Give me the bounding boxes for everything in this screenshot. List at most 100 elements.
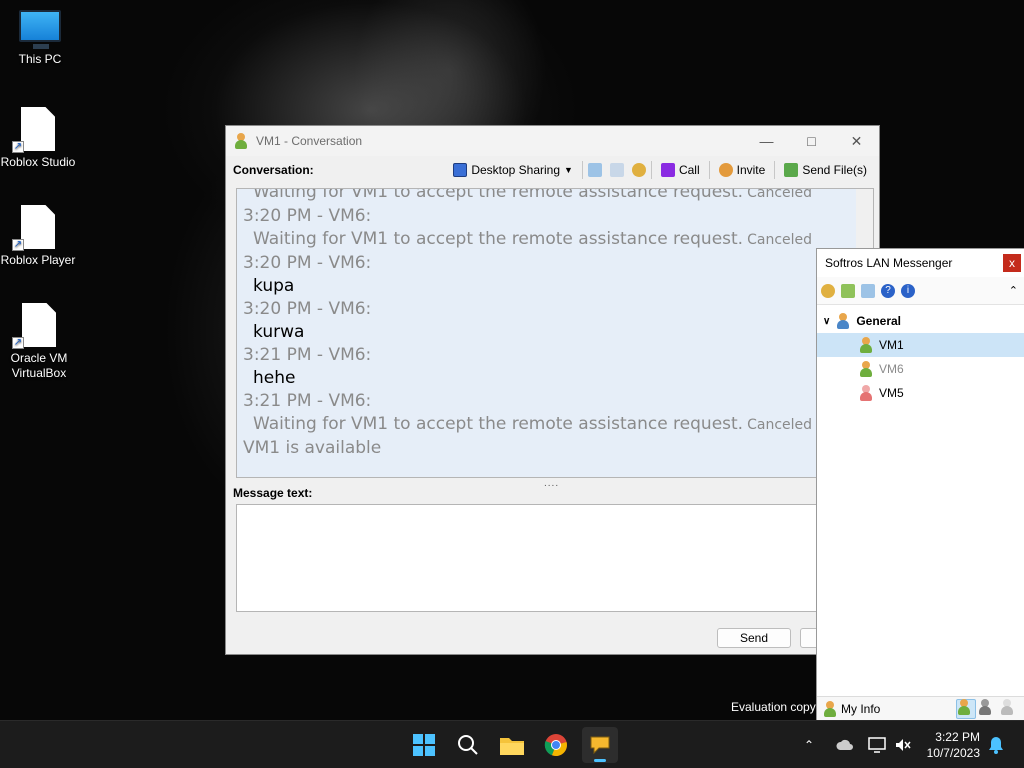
user-away-icon	[859, 361, 873, 377]
add-users-icon	[718, 163, 733, 177]
desktop-icon-label: This PC	[18, 52, 62, 66]
conversation-window: VM1 - Conversation — □ ✕ Conversation: D…	[225, 125, 880, 655]
desktop-sharing-icon	[453, 163, 468, 177]
chevron-down-icon: ▼	[564, 165, 573, 175]
display-tray[interactable]	[868, 721, 886, 768]
info-document-icon[interactable]	[609, 163, 624, 177]
canceled-tag[interactable]: Canceled	[747, 417, 812, 433]
desktop-icon-label: Oracle VM VirtualBox	[10, 351, 68, 380]
send-file-icon	[784, 163, 799, 177]
message-text: hehe	[253, 368, 296, 388]
send-button[interactable]: Send	[717, 628, 791, 648]
status-offline-button[interactable]	[1000, 698, 1020, 719]
minimize-button[interactable]: —	[744, 126, 789, 156]
desktop-icon-roblox-studio[interactable]: ↗ Roblox Studio	[0, 107, 78, 170]
file-icon	[21, 107, 55, 151]
chevron-down-icon: ∨	[823, 315, 831, 327]
contact-vm6[interactable]: VM6	[817, 357, 1024, 381]
status-line: VM1 is available	[243, 438, 382, 458]
desktop-icon-roblox-player[interactable]: ↗ Roblox Player	[0, 205, 78, 268]
desktop-sharing-button[interactable]: Desktop Sharing ▼	[449, 161, 577, 179]
close-button[interactable]: ✕	[834, 126, 879, 156]
title-bar[interactable]: VM1 - Conversation — □ ✕	[226, 126, 879, 156]
file-icon	[21, 205, 55, 249]
clock[interactable]: 3:22 PM 10/7/2023	[927, 729, 980, 761]
conversation-history[interactable]: Waiting for VM1 to accept the remote ass…	[236, 188, 874, 478]
user-online-icon	[859, 337, 873, 353]
send-files-button[interactable]: Send File(s)	[780, 161, 871, 179]
softros-title-bar[interactable]: Softros LAN Messenger x	[817, 249, 1024, 277]
monitor-icon	[19, 10, 61, 49]
message-text: Waiting for VM1 to accept the remote ass…	[253, 414, 813, 434]
collapse-icon[interactable]: ⌃	[1009, 284, 1018, 297]
help-icon[interactable]: ?	[881, 283, 895, 298]
conversation-label: Conversation:	[233, 163, 314, 177]
desktop-icon-virtualbox[interactable]: ↗ Oracle VM VirtualBox	[0, 303, 80, 381]
phone-icon	[660, 163, 675, 177]
contact-tree: ∨ General VM1 VM6 VM5	[817, 305, 1024, 405]
message-header: 3:21 PM - VM6:	[243, 391, 372, 411]
file-icon	[22, 303, 56, 347]
message-text: kurwa	[253, 322, 305, 342]
contact-name: VM1	[879, 338, 904, 352]
folder-icon[interactable]	[841, 283, 855, 298]
invite-button[interactable]: Invite	[715, 161, 770, 179]
conversation-toolbar: Conversation: Desktop Sharing ▼ Call Inv…	[226, 156, 879, 184]
contact-vm1[interactable]: VM1	[817, 333, 1024, 357]
clock-date: 10/7/2023	[926, 746, 980, 760]
chat-bubble-icon	[590, 736, 610, 755]
message-text-partial: Waiting for VM1 to accept the remote ass…	[253, 188, 813, 202]
close-icon[interactable]: x	[1003, 254, 1021, 272]
message-text: Waiting for VM1 to accept the remote ass…	[253, 229, 813, 249]
history-scroll: Waiting for VM1 to accept the remote ass…	[243, 188, 853, 460]
clock-time: 3:22 PM	[935, 730, 980, 744]
message: 3:20 PM - VM6: kupa	[243, 252, 853, 298]
softros-title: Softros LAN Messenger	[825, 256, 953, 270]
info-icon[interactable]: i	[901, 283, 915, 298]
status-online-button[interactable]	[956, 698, 976, 719]
message-header: 3:20 PM - VM6:	[243, 299, 372, 319]
maximize-button[interactable]: □	[789, 126, 834, 156]
invite-label: Invite	[736, 163, 766, 177]
settings-icon[interactable]	[821, 283, 835, 298]
canceled-tag[interactable]: Canceled	[747, 232, 812, 248]
softros-toolbar: ? i ⌃	[817, 277, 1024, 305]
bell-icon	[989, 737, 1003, 754]
message-header: 3:20 PM - VM6:	[243, 206, 372, 226]
tray-overflow-button[interactable]: ⌃	[804, 721, 814, 768]
desktop-icon-this-pc[interactable]: This PC	[0, 10, 80, 67]
search-icon	[458, 735, 478, 755]
volume-tray[interactable]	[894, 721, 912, 768]
speaker-muted-icon	[896, 739, 911, 751]
desktop-sharing-label: Desktop Sharing	[471, 163, 561, 177]
onedrive-tray[interactable]	[836, 721, 854, 768]
message-input[interactable]	[236, 504, 874, 612]
my-info-icon	[823, 700, 837, 717]
taskbar: ⌃ 3:22 PM 10/7/2023	[0, 720, 1024, 768]
contact-name: VM6	[879, 362, 904, 376]
history-icon[interactable]	[587, 163, 602, 177]
my-info-button[interactable]: My Info	[841, 702, 880, 716]
start-button[interactable]	[406, 727, 442, 763]
group-general[interactable]: ∨ General	[817, 309, 1024, 333]
message-header: 3:21 PM - VM6:	[243, 345, 372, 365]
softros-status-bar: My Info	[817, 696, 1024, 720]
settings-icon[interactable]	[631, 163, 646, 177]
notifications-button[interactable]	[988, 721, 1004, 768]
contact-vm5[interactable]: VM5	[817, 381, 1024, 405]
desktop-icon-label: Roblox Player	[0, 253, 76, 267]
file-explorer-button[interactable]	[494, 727, 530, 763]
call-button[interactable]: Call	[657, 161, 704, 179]
history-icon[interactable]	[861, 283, 875, 298]
softros-taskbar-button[interactable]	[582, 727, 618, 763]
shortcut-arrow-icon: ↗	[12, 141, 24, 153]
desktop-icon-label: Roblox Studio	[0, 155, 76, 169]
status-away-button[interactable]	[978, 698, 998, 719]
message: 3:21 PM - VM6: hehe	[243, 344, 853, 390]
monitor-icon	[868, 737, 886, 753]
chrome-button[interactable]	[538, 727, 574, 763]
message: 3:20 PM - VM6: Waiting for VM1 to accept…	[243, 205, 853, 252]
splitter-grip[interactable]: ....	[544, 478, 559, 489]
call-label: Call	[678, 163, 700, 177]
search-button[interactable]	[450, 727, 486, 763]
